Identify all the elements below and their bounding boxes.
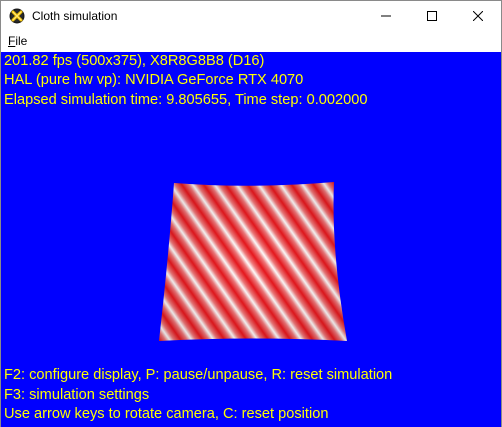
close-icon bbox=[472, 8, 484, 26]
close-button[interactable] bbox=[455, 1, 501, 32]
maximize-button[interactable] bbox=[409, 1, 455, 32]
title-bar[interactable]: Cloth simulation bbox=[1, 1, 501, 32]
device-info-text: HAL (pure hw vp): NVIDIA GeForce RTX 407… bbox=[4, 72, 304, 88]
simulation-time-text: Elapsed simulation time: 9.805655, Time … bbox=[4, 92, 368, 108]
app-window: Cloth simulation File 201.82 fps (500x37… bbox=[0, 0, 502, 427]
help-display-controls: F2: configure display, P: pause/unpause,… bbox=[4, 367, 393, 383]
minimize-button[interactable] bbox=[363, 1, 409, 32]
menu-file-label: ile bbox=[15, 34, 28, 48]
directx-x-icon[interactable] bbox=[9, 8, 25, 24]
help-simulation-settings: F3: simulation settings bbox=[4, 387, 150, 403]
minimize-icon bbox=[381, 8, 391, 26]
render-viewport[interactable]: 201.82 fps (500x375), X8R8G8B8 (D16) HAL… bbox=[1, 52, 501, 427]
maximize-icon bbox=[427, 8, 437, 26]
menu-bar: File bbox=[1, 32, 501, 52]
fps-stats-text: 201.82 fps (500x375), X8R8G8B8 (D16) bbox=[4, 53, 265, 69]
help-camera-controls: Use arrow keys to rotate camera, C: rese… bbox=[4, 406, 329, 422]
menu-file[interactable]: File bbox=[8, 34, 27, 48]
window-title: Cloth simulation bbox=[32, 9, 118, 23]
